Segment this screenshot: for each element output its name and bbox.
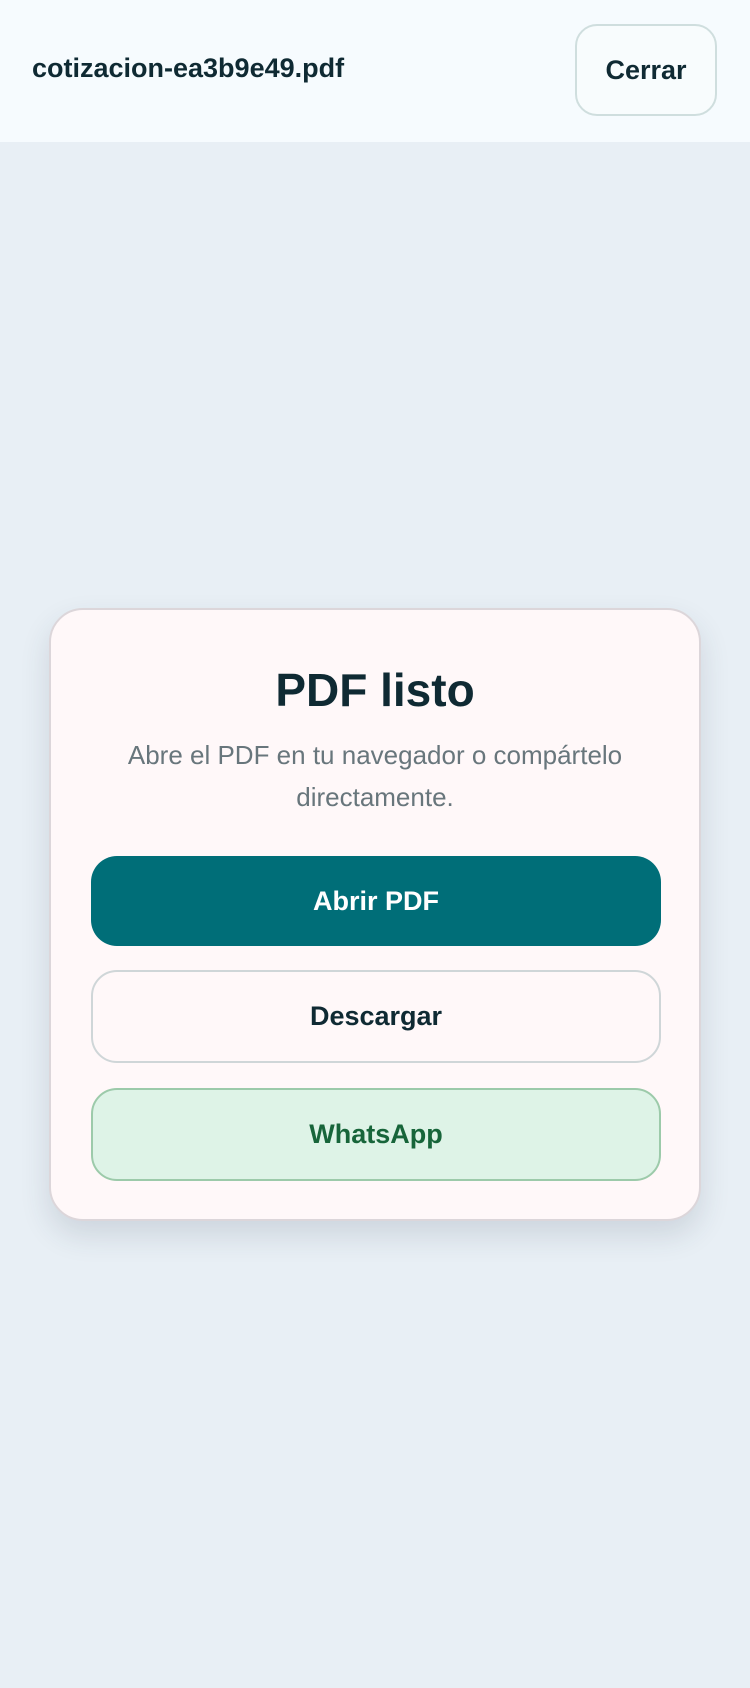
close-button[interactable]: Cerrar [575, 24, 717, 116]
whatsapp-button[interactable]: WhatsApp [91, 1088, 661, 1181]
top-bar: cotizacion-ea3b9e49.pdf Cerrar [0, 0, 750, 142]
pdf-ready-card: PDF listo Abre el PDF en tu navegador o … [49, 608, 701, 1221]
download-button[interactable]: Descargar [91, 970, 661, 1063]
card-title: PDF listo [275, 664, 475, 716]
card-description: Abre el PDF en tu navegador o compártelo… [127, 740, 623, 812]
file-name: cotizacion-ea3b9e49.pdf [32, 53, 345, 83]
open-pdf-button[interactable]: Abrir PDF [91, 856, 661, 946]
